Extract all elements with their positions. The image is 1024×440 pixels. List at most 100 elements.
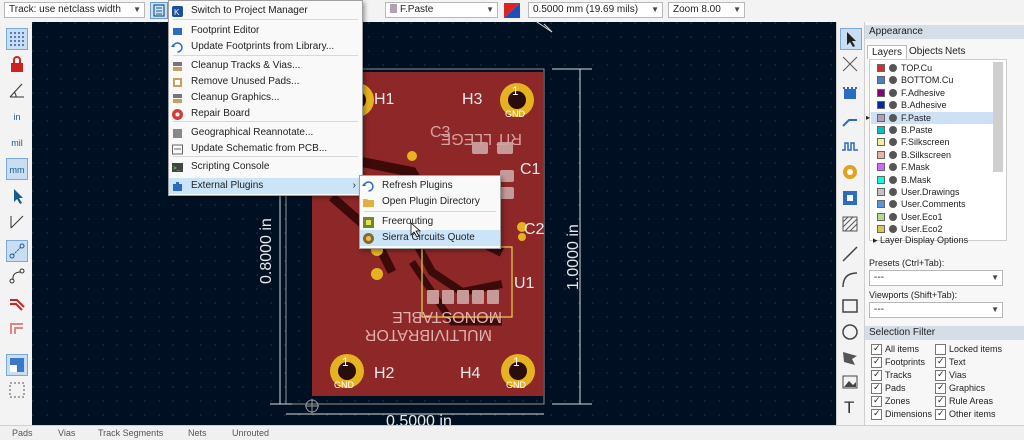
tune-length-button[interactable] — [840, 136, 862, 158]
units-mils-button[interactable]: mil — [6, 132, 28, 154]
layer-color-swatch[interactable] — [877, 188, 885, 196]
tools-menu-item[interactable]: Footprint Editor — [169, 23, 362, 39]
tab-layers[interactable]: Layers — [867, 45, 908, 59]
units-inches-button[interactable]: in — [6, 106, 28, 128]
layer-color-swatch[interactable] — [877, 138, 885, 147]
tools-menu-item[interactable]: Update Schematic from PCB... — [169, 141, 362, 157]
polar-coords-button[interactable] — [6, 80, 28, 102]
layer-row[interactable]: User.Comments — [871, 198, 993, 210]
filter-checkbox[interactable] — [935, 369, 946, 381]
net-highlight-button[interactable] — [6, 380, 28, 402]
curved-ratsnest-button[interactable] — [6, 266, 28, 288]
layer-row[interactable]: TOP.Cu — [871, 62, 993, 74]
layer-row[interactable]: B.Mask — [871, 174, 993, 186]
lock-grid-button[interactable] — [6, 54, 28, 76]
tools-menu-item[interactable]: K Switch to Project Manager — [169, 3, 362, 19]
via-outline-button[interactable] — [6, 318, 28, 340]
tools-menu-item[interactable]: External Plugins › — [169, 178, 362, 194]
grid-toggle-button[interactable] — [6, 28, 28, 50]
eye-icon[interactable] — [889, 88, 897, 97]
layer-color-swatch[interactable] — [877, 126, 885, 134]
layer-row[interactable]: F.Paste ▸ — [866, 111, 993, 124]
units-mm-button[interactable]: mm — [6, 158, 28, 180]
layer-row[interactable]: User.Eco1 — [871, 211, 993, 223]
layer-row[interactable]: F.Silkscreen — [871, 136, 993, 148]
layer-color-swatch[interactable] — [877, 175, 885, 184]
plugin-menu-item[interactable]: Freerouting — [360, 214, 500, 230]
filter-checkbox[interactable] — [871, 343, 882, 355]
presets-select[interactable]: --- ▼ — [869, 270, 1003, 286]
layer-color-swatch[interactable] — [877, 150, 885, 159]
add-footprint-button[interactable] — [840, 84, 862, 106]
eye-icon[interactable] — [889, 225, 897, 234]
add-via-button[interactable] — [840, 162, 862, 184]
layer-color-swatch[interactable] — [877, 212, 885, 221]
filter-checkbox[interactable] — [871, 382, 882, 394]
layer-display-options[interactable]: ▸ Layer Display Options — [873, 235, 968, 246]
select-tool-button[interactable] — [840, 28, 862, 50]
tab-nets[interactable]: Nets — [941, 45, 970, 59]
plugin-menu-item[interactable]: Sierra Circuits Quote — [360, 230, 500, 246]
tools-menu-item[interactable]: Update Footprints from Library... — [169, 39, 362, 55]
layer-row[interactable]: User.Eco2 — [871, 223, 993, 235]
add-rule-area-button[interactable] — [840, 214, 862, 236]
cursor-shape-button[interactable] — [6, 186, 28, 208]
eye-icon[interactable] — [889, 138, 897, 147]
layer-row[interactable]: B.Silkscreen — [871, 149, 993, 161]
layer-color-swatch[interactable] — [877, 225, 885, 234]
draw-arc-button[interactable] — [840, 270, 862, 292]
tools-menu-item[interactable]: Repair Board — [169, 106, 362, 122]
layer-row[interactable]: BOTTOM.Cu — [871, 74, 993, 86]
filter-checkbox[interactable] — [871, 369, 882, 381]
layer-color-swatch[interactable] — [877, 88, 885, 97]
tools-menu-item[interactable]: Cleanup Tracks & Vias... — [169, 58, 362, 74]
tools-menu-item[interactable]: >_ Scripting Console — [169, 159, 362, 175]
draw-rect-button[interactable] — [840, 296, 862, 318]
eye-icon[interactable] — [889, 212, 897, 221]
layers-scrollbar[interactable] — [993, 62, 1003, 172]
filter-checkbox[interactable] — [935, 344, 946, 355]
local-ratsnest-button[interactable] — [840, 54, 862, 76]
layer-row[interactable]: B.Paste — [871, 124, 993, 136]
tools-menu-button[interactable] — [150, 2, 168, 19]
add-text-button[interactable]: T — [840, 396, 862, 418]
tools-menu-item[interactable]: Geographical Reannotate... — [169, 125, 362, 141]
tools-menu-item[interactable]: Remove Unused Pads... — [169, 74, 362, 90]
filter-checkbox[interactable] — [935, 382, 946, 394]
filter-checkbox[interactable] — [871, 408, 882, 420]
route-track-button[interactable] — [840, 110, 862, 132]
layer-color-swatch[interactable] — [877, 76, 885, 85]
track-outline-button[interactable] — [6, 292, 28, 314]
grid-select[interactable]: 0.5000 mm (19.69 mils) ▼ — [528, 2, 663, 18]
filter-checkbox[interactable] — [935, 395, 946, 407]
measure-button[interactable] — [6, 212, 28, 234]
highcontrast-button[interactable] — [6, 354, 28, 376]
track-width-select[interactable]: Track: use netclass width ▼ — [4, 2, 145, 18]
layer-color-swatch[interactable] — [877, 64, 885, 72]
layer-row[interactable]: User.Drawings — [871, 186, 993, 198]
layer-row[interactable]: F.Adhesive — [871, 87, 993, 99]
layer-row[interactable]: B.Adhesive — [871, 99, 993, 111]
layer-color-swatch[interactable] — [877, 163, 885, 172]
eye-icon[interactable] — [889, 175, 897, 184]
plugin-menu-item[interactable]: Open Plugin Directory — [360, 194, 500, 210]
layer-color-swatch[interactable] — [877, 200, 885, 209]
eye-icon[interactable] — [889, 64, 897, 72]
add-zone-button[interactable] — [840, 188, 862, 210]
eye-icon[interactable] — [889, 163, 897, 172]
zoom-select[interactable]: Zoom 8.00 ▼ — [668, 2, 745, 18]
plugin-menu-item[interactable]: Refresh Plugins — [360, 178, 500, 194]
eye-icon[interactable] — [889, 150, 897, 159]
layer-pair-button[interactable] — [503, 2, 521, 19]
eye-icon[interactable] — [889, 76, 897, 85]
tools-menu-item[interactable]: Cleanup Graphics... — [169, 90, 362, 106]
filter-checkbox[interactable] — [871, 356, 882, 368]
filter-checkbox[interactable] — [871, 395, 882, 407]
eye-icon[interactable] — [889, 188, 897, 196]
eye-icon[interactable] — [889, 101, 897, 110]
filter-checkbox[interactable] — [935, 356, 946, 368]
add-image-button[interactable] — [840, 372, 862, 394]
filter-checkbox[interactable] — [935, 408, 946, 420]
layer-color-swatch[interactable] — [877, 101, 885, 110]
layer-color-swatch[interactable] — [877, 113, 885, 122]
